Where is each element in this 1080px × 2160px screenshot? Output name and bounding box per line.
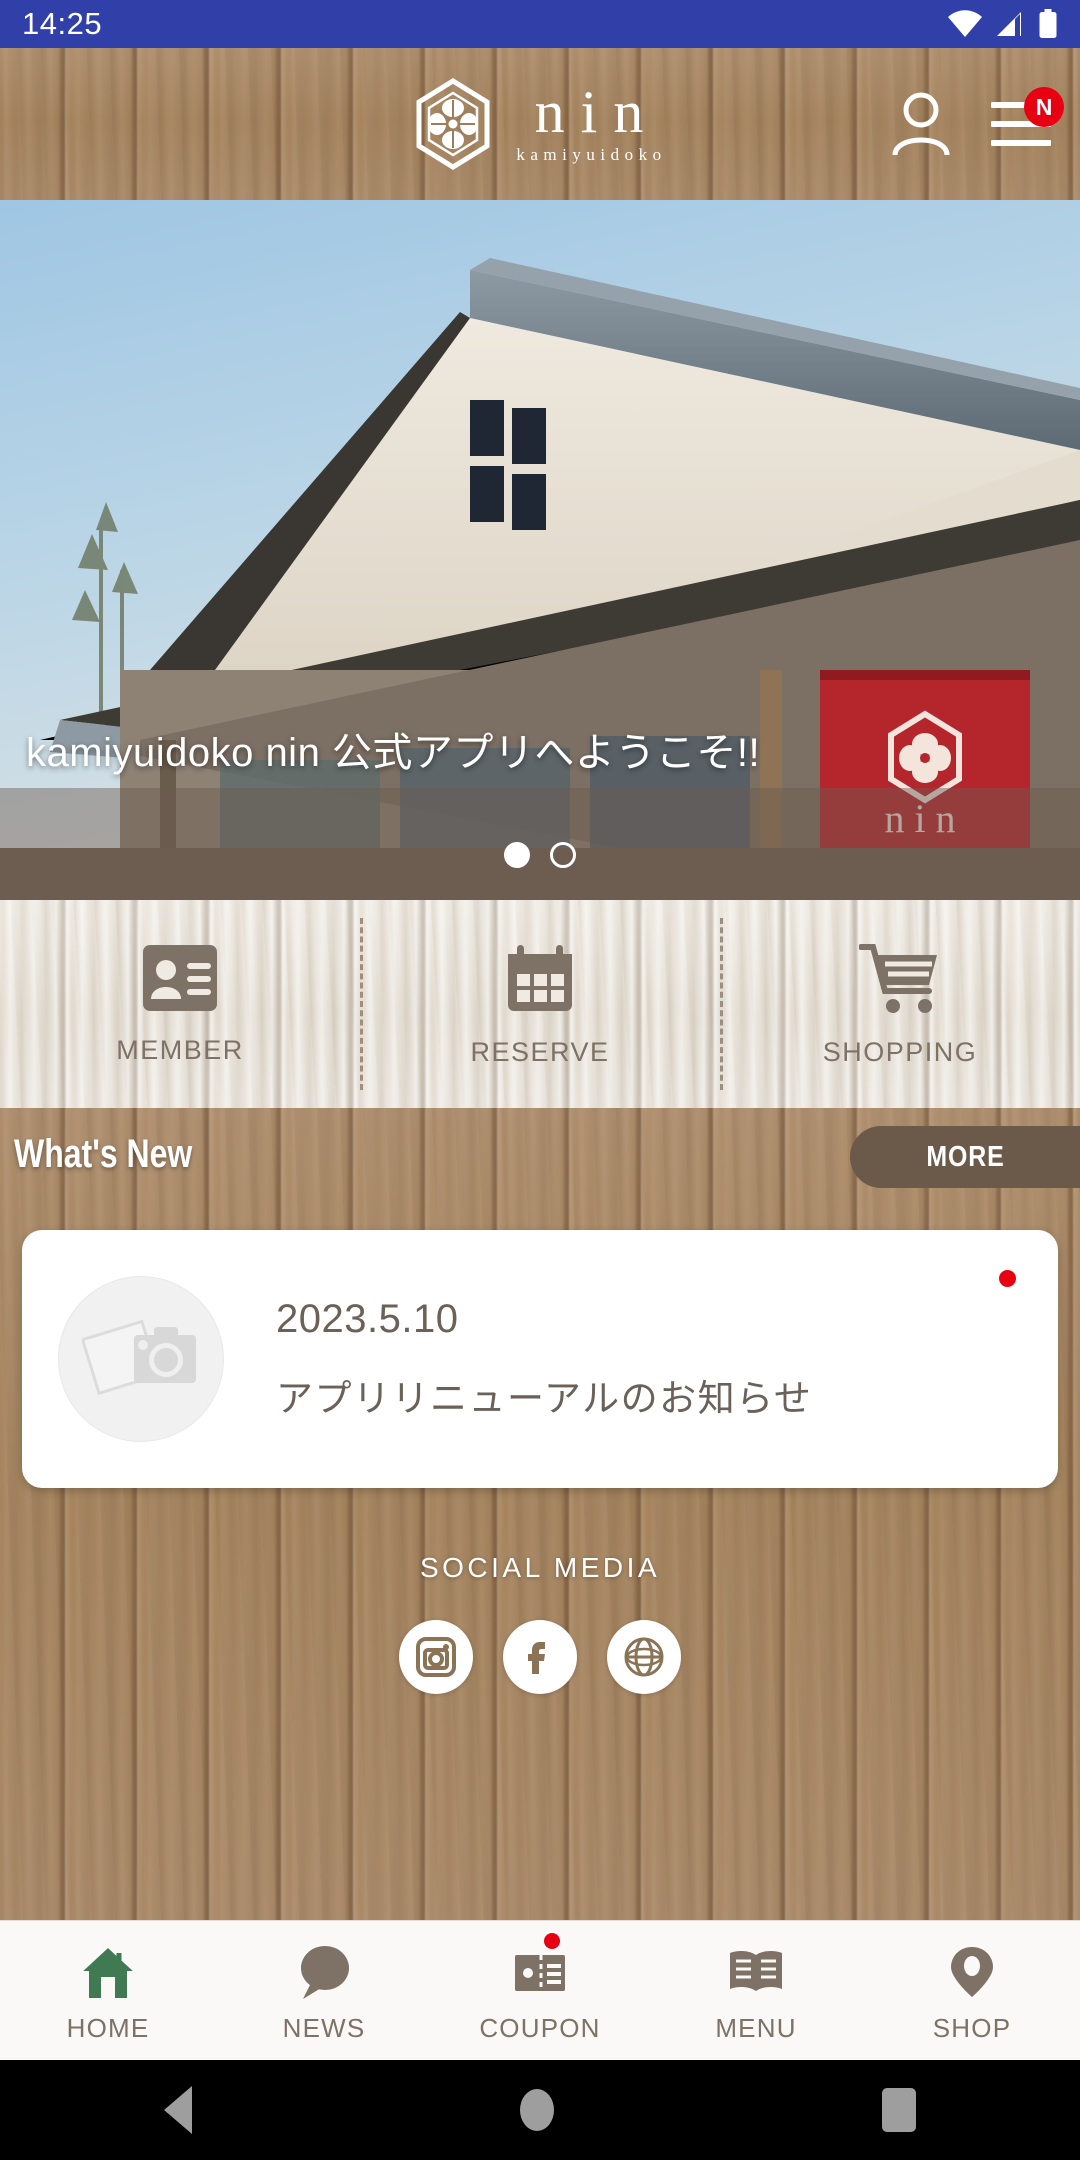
battery-icon: [1039, 9, 1057, 38]
hexagon-floral-crest-icon: [416, 78, 490, 170]
status-bar-icons: [948, 9, 1058, 39]
open-book-icon: [730, 1950, 782, 1991]
news-thumbnail: [58, 1276, 224, 1442]
calendar-icon: [508, 944, 572, 1011]
nav-label: SHOP: [932, 2013, 1012, 2043]
news-unread-indicator: [999, 1270, 1016, 1287]
social-link-instagram[interactable]: [399, 1620, 473, 1694]
back-triangle-icon[interactable]: [164, 2086, 192, 2134]
nav-label: HOME: [66, 2013, 150, 2043]
app-bar-actions: N: [888, 48, 1064, 200]
status-bar: 14:25: [0, 0, 1080, 48]
nav-label: NEWS: [282, 2013, 366, 2043]
news-card[interactable]: 2023.5.10 アプリリニューアルのお知らせ: [22, 1230, 1058, 1488]
quick-action-member[interactable]: MEMBER: [0, 900, 360, 1108]
more-button-label: MORE: [925, 1140, 1005, 1173]
nav-item-home[interactable]: HOME: [0, 1921, 216, 2060]
carousel-dots[interactable]: [0, 842, 1080, 868]
person-icon: [892, 92, 950, 156]
globe-icon: [624, 1637, 664, 1677]
facebook-icon: [528, 1642, 545, 1674]
home-icon: [79, 1944, 137, 1998]
quick-action-reserve[interactable]: RESERVE: [360, 900, 720, 1108]
nav-label: COUPON: [479, 2013, 601, 2043]
brand-name: nin: [534, 78, 660, 145]
quick-action-label: RESERVE: [470, 1036, 610, 1067]
bottom-navigation: HOME NEWS COUPON MENU SHOP: [0, 1920, 1080, 2060]
wifi-icon: [948, 10, 982, 37]
whats-new-header: What's New MORE: [0, 1126, 1080, 1202]
news-text: 2023.5.10 アプリリニューアルのお知らせ: [276, 1297, 812, 1422]
whats-new-title: What's New: [14, 1132, 193, 1176]
news-date: 2023.5.10: [276, 1296, 459, 1341]
hero-caption: kamiyuidoko nin 公式アプリへようこそ!!: [26, 731, 761, 775]
brand-wordmark: nin kamiyuidoko: [511, 78, 667, 165]
cellular-signal-icon: [997, 12, 1021, 36]
news-title: アプリリニューアルのお知らせ: [276, 1377, 813, 1419]
recents-square-icon[interactable]: [882, 2088, 916, 2132]
shopping-cart-icon: [859, 943, 937, 1013]
nav-item-shop[interactable]: SHOP: [864, 1921, 1080, 2060]
nav-item-coupon[interactable]: COUPON: [432, 1921, 648, 2060]
home-circle-icon[interactable]: [520, 2089, 554, 2131]
nav-label: MENU: [715, 2013, 797, 2043]
instagram-icon: [416, 1637, 456, 1677]
whats-new-more-button[interactable]: MORE: [850, 1126, 1080, 1188]
menu-notification-badge: N: [1024, 87, 1064, 127]
quick-action-label: MEMBER: [116, 1034, 244, 1065]
nav-item-news[interactable]: NEWS: [216, 1921, 432, 2060]
coupon-ticket-icon: [515, 1955, 565, 1991]
social-link-website[interactable]: [607, 1620, 681, 1694]
carousel-dot-1[interactable]: [504, 842, 530, 868]
social-media-links: [0, 1620, 1080, 1694]
map-pin-icon: [951, 1947, 993, 1997]
quick-action-label: SHOPPING: [822, 1036, 978, 1067]
system-navigation-bar: [0, 2060, 1080, 2160]
hero-carousel[interactable]: nin kamiyuidoko nin 公式アプリへようこそ!!: [0, 200, 1080, 900]
social-link-facebook[interactable]: [503, 1620, 577, 1694]
photo-placeholder-icon: [82, 1319, 196, 1396]
app-bar: nin kamiyuidoko N: [0, 48, 1080, 200]
quick-actions-bar: MEMBER RESERVE SHOPPING: [0, 900, 1080, 1108]
carousel-dot-2[interactable]: [550, 842, 576, 868]
status-bar-clock: 14:25: [22, 6, 103, 41]
brand-subtitle: kamiyuidoko: [516, 144, 667, 164]
speech-bubble-icon: [301, 1946, 349, 1999]
quick-action-shopping[interactable]: SHOPPING: [720, 900, 1080, 1108]
social-media-title: SOCIAL MEDIA: [419, 1552, 661, 1583]
social-media-section: SOCIAL MEDIA: [0, 1552, 1080, 1694]
nav-item-menu[interactable]: MENU: [648, 1921, 864, 2060]
menu-button[interactable]: N: [988, 87, 1064, 157]
app-screen: 14:25 nin kamiyuidoko N nin kamiyuidoko …: [0, 0, 1080, 2160]
account-button[interactable]: [888, 91, 954, 157]
id-card-icon: [143, 944, 217, 1011]
